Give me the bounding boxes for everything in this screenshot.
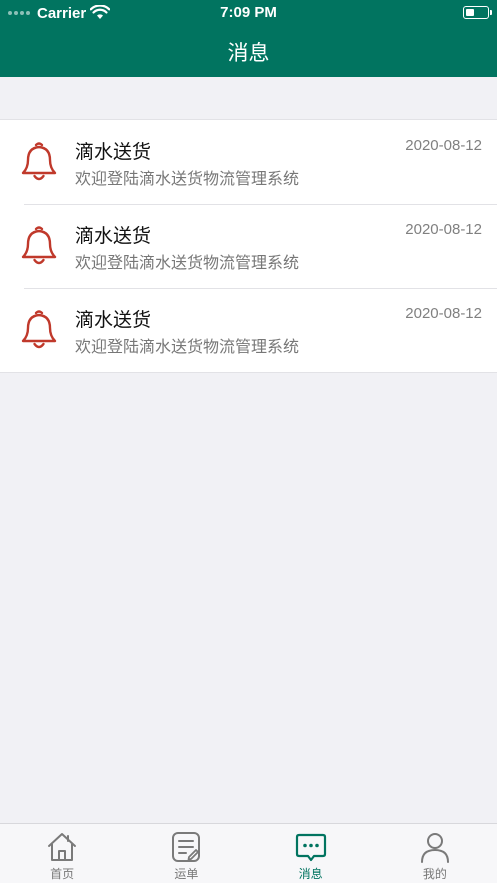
bell-icon [21, 310, 57, 349]
tab-label: 运单 [174, 867, 199, 881]
tab-profile[interactable]: 我的 [373, 824, 497, 883]
tab-bar: 首页 运单 消息 我的 [0, 823, 497, 883]
nav-bar: 消息 [0, 26, 497, 77]
message-date: 2020-08-12 [405, 137, 482, 154]
message-subtitle: 欢迎登陆滴水送货物流管理系统 [75, 169, 300, 188]
message-date: 2020-08-12 [405, 221, 482, 238]
battery-icon [463, 6, 492, 19]
tab-label: 消息 [298, 867, 323, 881]
message-title: 滴水送货 [75, 225, 152, 247]
status-time: 7:09 PM [220, 4, 277, 21]
message-title: 滴水送货 [75, 309, 152, 331]
tab-messages[interactable]: 消息 [249, 824, 373, 883]
message-row[interactable]: 滴水送货 欢迎登陆滴水送货物流管理系统 2020-08-12 [0, 120, 497, 204]
message-row[interactable]: 滴水送货 欢迎登陆滴水送货物流管理系统 2020-08-12 [0, 288, 497, 372]
message-list: 滴水送货 欢迎登陆滴水送货物流管理系统 2020-08-12 滴水送货 欢迎登陆… [0, 119, 497, 373]
message-subtitle: 欢迎登陆滴水送货物流管理系统 [75, 337, 300, 356]
waybill-icon [172, 832, 201, 862]
message-date: 2020-08-12 [405, 305, 482, 322]
status-bar: Carrier 7:09 PM [0, 0, 497, 26]
home-icon [48, 833, 77, 861]
profile-icon [420, 833, 449, 863]
message-row[interactable]: 滴水送货 欢迎登陆滴水送货物流管理系统 2020-08-12 [0, 204, 497, 288]
page-title: 消息 [227, 40, 270, 65]
message-title: 滴水送货 [75, 141, 152, 163]
tab-label: 首页 [50, 867, 75, 881]
tab-waybill[interactable]: 运单 [124, 824, 248, 883]
bell-icon [21, 142, 57, 181]
bell-icon [21, 226, 57, 265]
message-icon [295, 833, 326, 862]
tab-label: 我的 [422, 867, 447, 881]
message-subtitle: 欢迎登陆滴水送货物流管理系统 [75, 253, 300, 272]
tab-home[interactable]: 首页 [0, 824, 124, 883]
